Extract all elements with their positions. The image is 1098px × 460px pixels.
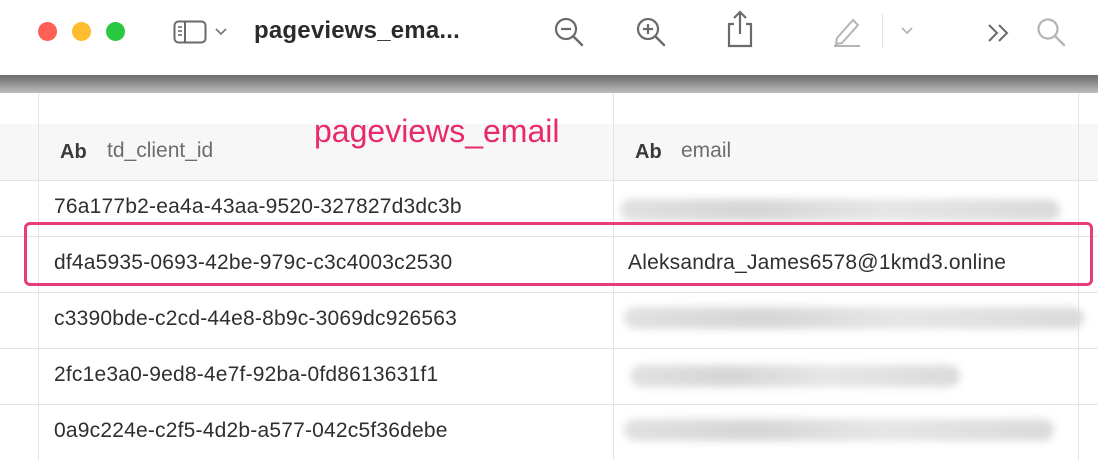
close-window-button[interactable] <box>38 22 57 41</box>
table-row[interactable]: 2fc1e3a0-9ed8-4e7f-92ba-0fd8613631f1 <box>0 349 1098 405</box>
table-row[interactable]: c3390bde-c2cd-44e8-8b9c-3069dc926563 <box>0 293 1098 349</box>
client-id-cell: c3390bde-c2cd-44e8-8b9c-3069dc926563 <box>54 307 458 330</box>
minimize-window-button[interactable] <box>72 22 91 41</box>
search-icon[interactable] <box>1035 16 1067 48</box>
annotation-label: pageviews_email <box>314 113 560 149</box>
markup-pen-icon[interactable] <box>831 14 863 48</box>
overflow-chevrons-icon[interactable] <box>985 20 1013 46</box>
zoom-in-icon[interactable] <box>634 15 668 49</box>
column-header-email[interactable]: email <box>681 139 731 163</box>
toolbar-divider <box>0 75 1098 93</box>
toolbar-separator <box>882 14 883 48</box>
window-title: pageviews_ema... <box>254 17 460 44</box>
text-type-badge: Ab <box>635 141 662 163</box>
text-type-badge: Ab <box>60 141 87 163</box>
preview-window: pageviews_ema... Ab td_client_id Ab emai… <box>0 0 1098 460</box>
row-highlight-box <box>24 222 1093 286</box>
table-row[interactable]: 0a9c224e-c2f5-4d2b-a577-042c5f36debe <box>0 405 1098 460</box>
blurred-email-cell <box>620 199 1060 221</box>
blurred-email-cell <box>630 365 960 387</box>
chevron-down-icon[interactable] <box>214 26 228 38</box>
blurred-email-cell <box>624 307 1084 329</box>
blurred-email-cell <box>624 419 1054 441</box>
data-table: Ab td_client_id Ab email pageviews_email… <box>0 93 1098 460</box>
sidebar-toggle-icon[interactable] <box>173 20 207 44</box>
share-icon[interactable] <box>725 9 755 49</box>
client-id-cell: 76a177b2-ea4a-43aa-9520-327827d3dc3b <box>54 195 462 218</box>
chevron-down-icon[interactable] <box>900 25 914 37</box>
column-header-td-client-id[interactable]: td_client_id <box>107 139 213 163</box>
zoom-window-button[interactable] <box>106 22 125 41</box>
client-id-cell: 0a9c224e-c2f5-4d2b-a577-042c5f36debe <box>54 419 448 442</box>
zoom-out-icon[interactable] <box>552 15 586 49</box>
client-id-cell: 2fc1e3a0-9ed8-4e7f-92ba-0fd8613631f1 <box>54 363 439 386</box>
window-toolbar: pageviews_ema... <box>0 0 1098 66</box>
